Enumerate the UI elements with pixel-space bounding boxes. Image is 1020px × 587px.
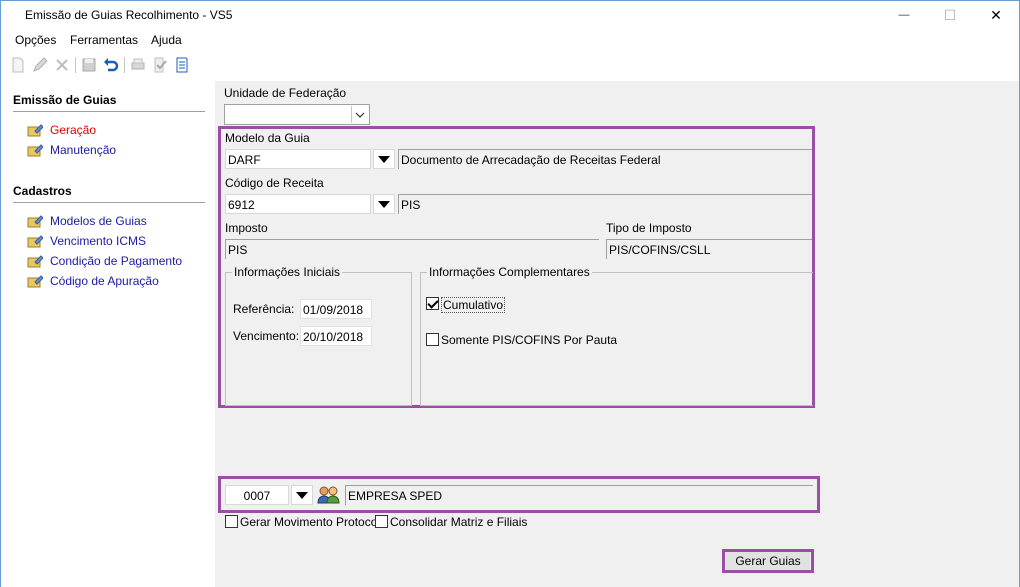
empresa-code-input[interactable]: 0007 bbox=[225, 485, 289, 505]
folder-pencil-icon bbox=[27, 214, 44, 228]
save-disk-icon[interactable] bbox=[80, 56, 98, 74]
tipo-imposto-label: Tipo de Imposto bbox=[606, 221, 692, 235]
cumulativo-label[interactable]: Cumulativo bbox=[441, 297, 506, 313]
vencimento-label: Vencimento: bbox=[233, 329, 300, 343]
group-title: Informações Complementares bbox=[427, 265, 592, 279]
triangle-down-icon bbox=[378, 155, 390, 163]
imposto-value: PIS bbox=[225, 239, 599, 259]
folder-pencil-icon bbox=[27, 123, 44, 137]
gerar-movimento-checkbox[interactable] bbox=[225, 515, 238, 528]
sidebar-item-modelos-guias[interactable]: Modelos de Guias bbox=[27, 213, 147, 229]
modelo-label: Modelo da Guia bbox=[225, 131, 310, 145]
modelo-dropdown-button[interactable] bbox=[373, 149, 395, 169]
gerar-movimento-label[interactable]: Gerar Movimento Protocolo bbox=[240, 515, 387, 529]
folder-pencil-icon bbox=[27, 254, 44, 268]
sidebar-item-label: Geração bbox=[50, 123, 97, 137]
somente-pauta-label[interactable]: Somente PIS/COFINS Por Pauta bbox=[441, 333, 617, 347]
codigo-dropdown-button[interactable] bbox=[373, 194, 395, 214]
maximize-button[interactable]: ☐ bbox=[927, 1, 973, 29]
toolbar-separator bbox=[124, 57, 125, 73]
toolbar bbox=[1, 53, 1019, 77]
imposto-label: Imposto bbox=[225, 221, 268, 235]
application-window: Emissão de Guias Recolhimento - VS5 — ☐ … bbox=[0, 0, 1020, 587]
referencia-input[interactable]: 01/09/2018 bbox=[300, 299, 372, 319]
codigo-label: Código de Receita bbox=[225, 176, 324, 190]
minimize-icon: — bbox=[898, 9, 910, 21]
tipo-imposto-value: PIS/COFINS/CSLL bbox=[606, 239, 812, 259]
gerar-guias-button[interactable]: Gerar Guias bbox=[726, 552, 810, 570]
delete-x-icon[interactable] bbox=[53, 56, 71, 74]
title-bar: Emissão de Guias Recolhimento - VS5 — ☐ … bbox=[1, 1, 1019, 29]
modelo-description: Documento de Arrecadação de Receitas Fed… bbox=[398, 149, 812, 169]
sidebar-item-manutencao[interactable]: Manutenção bbox=[27, 142, 116, 158]
toolbar-separator bbox=[75, 57, 76, 73]
folder-pencil-icon bbox=[27, 143, 44, 157]
codigo-description: PIS bbox=[398, 194, 812, 214]
sidebar-item-label: Condição de Pagamento bbox=[50, 254, 183, 268]
users-icon[interactable] bbox=[316, 485, 342, 505]
modelo-input[interactable]: DARF bbox=[225, 149, 371, 169]
check-document-icon[interactable] bbox=[151, 56, 169, 74]
referencia-label: Referência: bbox=[233, 302, 295, 316]
close-icon: ✕ bbox=[990, 6, 1002, 23]
sidebar-item-label: Vencimento ICMS bbox=[50, 234, 147, 248]
triangle-down-icon bbox=[378, 200, 390, 208]
cumulativo-checkbox[interactable] bbox=[426, 297, 439, 310]
group-title: Informações Iniciais bbox=[232, 265, 343, 279]
folder-pencil-icon bbox=[27, 274, 44, 288]
sidebar-section-cadastros: Cadastros bbox=[13, 184, 72, 198]
sidebar-item-codigo-apuracao[interactable]: Código de Apuração bbox=[27, 273, 159, 289]
maximize-icon: ☐ bbox=[943, 6, 957, 23]
chevron-down-icon[interactable] bbox=[351, 106, 368, 123]
close-button[interactable]: ✕ bbox=[973, 1, 1019, 29]
empresa-dropdown-button[interactable] bbox=[291, 485, 313, 505]
uf-select[interactable] bbox=[224, 104, 370, 125]
consolidar-label[interactable]: Consolidar Matriz e Filiais bbox=[390, 515, 527, 529]
codigo-input[interactable]: 6912 bbox=[225, 194, 371, 214]
uf-label: Unidade de Federação bbox=[224, 86, 347, 100]
vencimento-input[interactable]: 20/10/2018 bbox=[300, 326, 372, 346]
sidebar-item-label: Código de Apuração bbox=[50, 274, 159, 288]
somente-pauta-checkbox[interactable] bbox=[426, 333, 439, 346]
sidebar-divider bbox=[13, 111, 205, 112]
report-document-icon[interactable] bbox=[173, 56, 191, 74]
new-document-icon[interactable] bbox=[9, 56, 27, 74]
print-icon[interactable] bbox=[129, 56, 147, 74]
empresa-name: EMPRESA SPED bbox=[345, 485, 813, 505]
folder-pencil-icon bbox=[27, 234, 44, 248]
edit-pencil-icon[interactable] bbox=[31, 56, 49, 74]
menu-bar: Opções Ferramentas Ajuda bbox=[1, 31, 1019, 51]
sidebar: Emissão de Guias Geração Manutenção Cada… bbox=[1, 81, 215, 587]
undo-icon[interactable] bbox=[102, 56, 120, 74]
minimize-button[interactable]: — bbox=[881, 1, 927, 29]
sidebar-section-emissao: Emissão de Guias bbox=[13, 93, 117, 107]
consolidar-checkbox[interactable] bbox=[375, 515, 388, 528]
triangle-down-icon bbox=[296, 491, 308, 499]
sidebar-item-label: Modelos de Guias bbox=[50, 214, 147, 228]
window-title: Emissão de Guias Recolhimento - VS5 bbox=[25, 8, 233, 22]
sidebar-item-label: Manutenção bbox=[50, 143, 117, 157]
sidebar-divider bbox=[13, 202, 205, 203]
sidebar-item-vencimento-icms[interactable]: Vencimento ICMS bbox=[27, 233, 146, 249]
main-form: Unidade de Federação Modelo da Guia DARF… bbox=[215, 81, 1019, 587]
sidebar-item-geracao[interactable]: Geração bbox=[27, 122, 96, 138]
menu-ferramentas[interactable]: Ferramentas bbox=[70, 33, 138, 47]
menu-ajuda[interactable]: Ajuda bbox=[151, 33, 182, 47]
menu-opcoes[interactable]: Opções bbox=[15, 33, 56, 47]
sidebar-item-condicao-pagamento[interactable]: Condição de Pagamento bbox=[27, 253, 182, 269]
